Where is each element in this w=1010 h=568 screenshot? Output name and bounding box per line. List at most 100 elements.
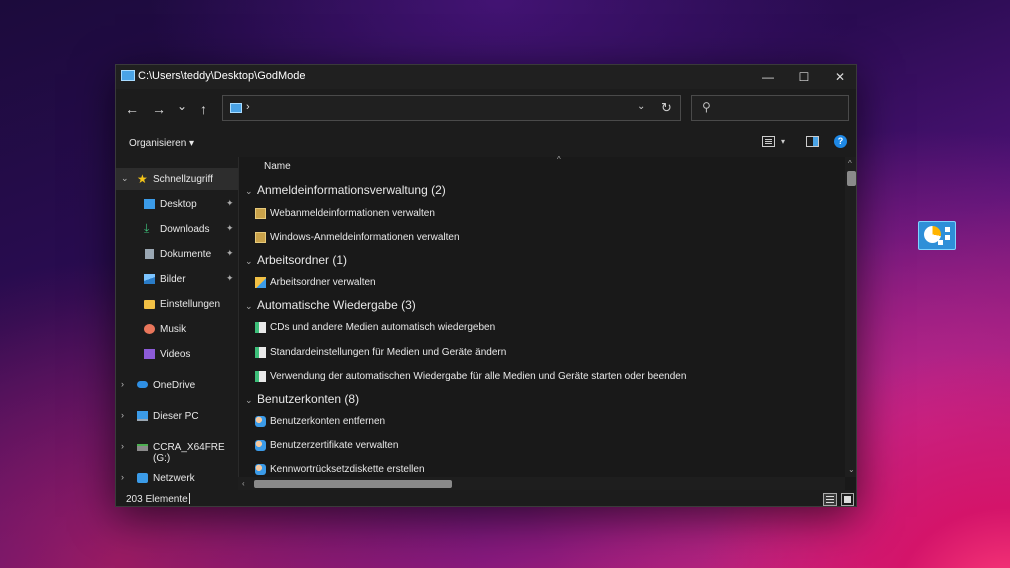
explorer-window: C:\Users\teddy\Desktop\GodMode — ☐ ✕ ← →… xyxy=(115,64,857,507)
sort-ascending-icon: ^ xyxy=(557,155,561,164)
details-view-button[interactable] xyxy=(823,493,837,506)
large-icons-view-button[interactable] xyxy=(841,493,854,506)
expand-chevron-icon[interactable]: › xyxy=(121,410,124,420)
window-title: C:\Users\teddy\Desktop\GodMode xyxy=(138,70,306,82)
command-bar: Organisieren ▾ ▾ ? xyxy=(116,129,856,157)
search-icon: ⚲ xyxy=(702,100,711,114)
control-panel-desktop-icon[interactable] xyxy=(918,221,956,250)
sidebar-item-label: Desktop xyxy=(160,199,197,210)
minimize-button[interactable]: — xyxy=(750,65,786,89)
horizontal-scrollbar[interactable]: ‹ xyxy=(238,477,845,490)
pictures-icon xyxy=(144,274,155,284)
breadcrumb-separator[interactable]: › xyxy=(246,101,250,113)
organize-menu-button[interactable]: Organisieren ▾ xyxy=(129,138,194,149)
download-icon: ⤓ xyxy=(144,221,150,235)
scroll-left-button[interactable]: ‹ xyxy=(242,479,245,488)
video-icon xyxy=(144,349,155,359)
sidebar-item-downloads[interactable]: ⤓ Downloads ✦ xyxy=(116,218,238,240)
group-header[interactable]: ⌄ Anmeldeinformationsverwaltung (2) xyxy=(245,183,446,197)
group-collapse-icon[interactable]: ⌄ xyxy=(245,256,257,267)
scroll-down-button[interactable]: ⌄ xyxy=(848,465,855,474)
navigation-bar: ← → ⌄ ↑ › ⌄ ↻ ⚲ xyxy=(116,89,856,129)
sidebar-item-label: Netzwerk xyxy=(153,473,195,484)
music-icon xyxy=(144,324,155,334)
pin-icon[interactable]: ✦ xyxy=(226,248,234,259)
grid-square-icon xyxy=(938,240,943,245)
sidebar-item-videos[interactable]: Videos xyxy=(116,343,238,365)
column-header-name[interactable]: Name xyxy=(264,161,291,172)
sidebar-item-network[interactable]: › Netzwerk xyxy=(116,467,238,489)
group-header[interactable]: ⌄ Benutzerkonten (8) xyxy=(245,392,359,406)
maximize-button[interactable]: ☐ xyxy=(786,65,822,89)
sidebar-item-pictures[interactable]: Bilder ✦ xyxy=(116,268,238,290)
pin-icon[interactable]: ✦ xyxy=(226,198,234,209)
address-dropdown-button[interactable]: ⌄ xyxy=(637,101,645,112)
title-bar[interactable]: C:\Users\teddy\Desktop\GodMode — ☐ ✕ xyxy=(116,65,856,89)
autoplay-icon xyxy=(255,371,266,382)
view-details-icon[interactable] xyxy=(762,136,775,147)
vertical-scrollbar[interactable]: ^ ⌄ xyxy=(845,157,856,477)
refresh-button[interactable]: ↻ xyxy=(661,100,672,116)
address-bar[interactable]: › ⌄ ↻ xyxy=(222,95,681,121)
sidebar-item-drive-g[interactable]: › CCRA_X64FRE (G:) xyxy=(116,436,238,464)
back-button[interactable]: ← xyxy=(125,101,139,117)
search-box[interactable]: ⚲ xyxy=(691,95,849,121)
sidebar-item-quick-access[interactable]: ⌄ ★ Schnellzugriff xyxy=(116,168,238,190)
preview-pane-icon[interactable] xyxy=(806,136,819,147)
sidebar-item-this-pc[interactable]: › Dieser PC xyxy=(116,405,238,427)
file-list: Name ^ ⌄ Anmeldeinformationsverwaltung (2… xyxy=(238,155,856,490)
scroll-up-button[interactable]: ^ xyxy=(848,159,852,168)
pin-icon[interactable]: ✦ xyxy=(226,273,234,284)
group-collapse-icon[interactable]: ⌄ xyxy=(245,186,257,197)
sidebar-item-label: Videos xyxy=(160,349,191,360)
cloud-icon xyxy=(137,381,148,388)
sidebar-item-label: Schnellzugriff xyxy=(153,174,213,185)
up-button[interactable]: ↑ xyxy=(200,101,207,117)
sidebar-item-music[interactable]: Musik xyxy=(116,318,238,340)
list-item-label: Standardeinstellungen für Medien und Ger… xyxy=(270,347,507,358)
user-accounts-icon xyxy=(255,416,266,427)
group-header[interactable]: ⌄ Arbeitsordner (1) xyxy=(245,253,347,267)
sidebar-item-documents[interactable]: Dokumente ✦ xyxy=(116,243,238,265)
network-icon xyxy=(137,473,148,483)
pin-icon[interactable]: ✦ xyxy=(226,223,234,234)
sidebar-item-onedrive[interactable]: › OneDrive xyxy=(116,374,238,396)
sidebar-item-label: CCRA_X64FRE (G:) xyxy=(153,442,225,464)
expand-chevron-icon[interactable]: › xyxy=(121,379,124,389)
expand-chevron-icon[interactable]: › xyxy=(121,441,124,451)
control-panel-icon xyxy=(121,70,135,81)
sidebar-item-label: Bilder xyxy=(160,274,186,285)
recent-locations-button[interactable]: ⌄ xyxy=(177,98,187,114)
group-title: Anmeldeinformationsverwaltung (2) xyxy=(257,183,446,197)
expand-chevron-icon[interactable]: › xyxy=(121,472,124,482)
user-accounts-icon xyxy=(255,440,266,451)
sidebar-item-desktop[interactable]: Desktop ✦ xyxy=(116,193,238,215)
sidebar-item-settings-folder[interactable]: Einstellungen xyxy=(116,293,238,315)
help-button[interactable]: ? xyxy=(834,135,847,148)
autoplay-icon xyxy=(255,347,266,358)
document-icon xyxy=(145,249,154,259)
view-options-dropdown[interactable]: ▾ xyxy=(781,137,785,146)
collapse-chevron-icon[interactable]: ⌄ xyxy=(121,173,129,184)
status-bar: 203 Elemente xyxy=(116,490,856,506)
sidebar-item-label: OneDrive xyxy=(153,380,196,391)
close-button[interactable]: ✕ xyxy=(822,65,856,89)
sidebar-item-label: Einstellungen xyxy=(160,299,221,310)
folder-icon xyxy=(144,300,155,309)
list-item-label: Webanmeldeinformationen verwalten xyxy=(270,208,435,219)
scrollbar-thumb[interactable] xyxy=(254,480,452,488)
sidebar-item-label: Dokumente xyxy=(160,249,212,260)
desktop-icon xyxy=(144,199,155,209)
credential-vault-icon xyxy=(255,232,266,243)
forward-button[interactable]: → xyxy=(152,101,166,117)
list-item-label: Windows-Anmeldeinformationen verwalten xyxy=(270,232,460,243)
scrollbar-thumb[interactable] xyxy=(847,171,856,186)
group-header[interactable]: ⌄ Automatische Wiedergabe (3) xyxy=(245,298,416,312)
list-item-label: CDs und andere Medien automatisch wieder… xyxy=(270,322,496,333)
group-collapse-icon[interactable]: ⌄ xyxy=(245,301,257,312)
list-item-label: Verwendung der automatischen Wiedergabe … xyxy=(270,371,687,382)
group-title: Automatische Wiedergabe (3) xyxy=(257,298,416,312)
group-collapse-icon[interactable]: ⌄ xyxy=(245,395,257,406)
navigation-pane: ⌄ ★ Schnellzugriff Desktop ✦ ⤓ Downloads… xyxy=(116,157,238,490)
list-item-label: Benutzerkonten entfernen xyxy=(270,416,386,427)
